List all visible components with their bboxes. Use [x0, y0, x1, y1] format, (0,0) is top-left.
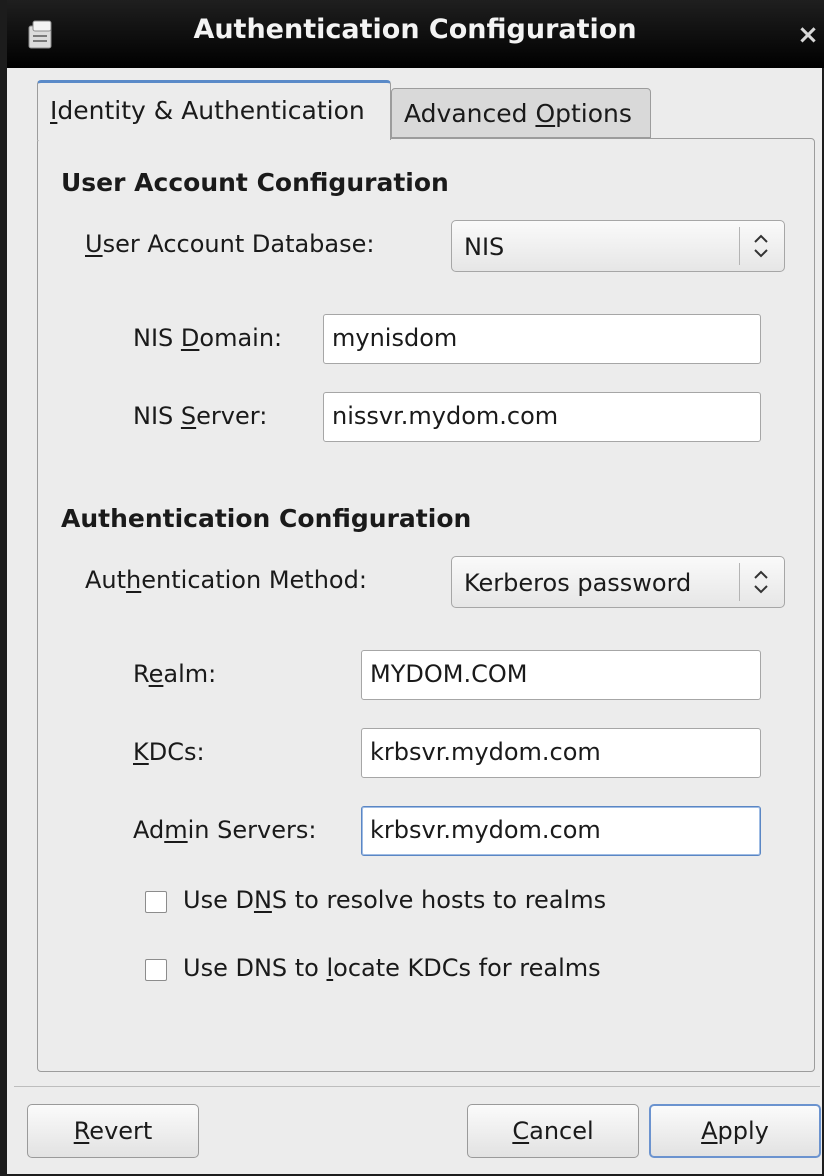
revert-button[interactable]: Revert: [27, 1104, 199, 1158]
user-account-database-value: NIS: [464, 233, 505, 261]
authentication-method-value: Kerberos password: [464, 569, 692, 597]
auth-config-window: Authentication Configuration × Identity …: [0, 0, 824, 1176]
updown-arrows-icon: [754, 234, 768, 258]
admin-servers-field[interactable]: krbsvr.mydom.com: [361, 806, 761, 856]
cancel-button[interactable]: Cancel: [467, 1104, 639, 1158]
tab-identity-authentication[interactable]: Identity & Authentication: [37, 80, 391, 140]
realm-label: Realm:: [133, 660, 217, 688]
dns-resolve-realms-checkbox[interactable]: [145, 891, 167, 913]
button-area-divider: [14, 1086, 820, 1087]
close-icon[interactable]: ×: [793, 18, 823, 52]
kdcs-label: KDCs:: [133, 738, 205, 766]
dns-locate-kdcs-label[interactable]: Use DNS to locate KDCs for realms: [183, 954, 601, 982]
authentication-section-title: Authentication Configuration: [61, 504, 472, 533]
title-bar[interactable]: Authentication Configuration ×: [7, 0, 824, 68]
user-account-section-title: User Account Configuration: [61, 168, 449, 197]
kdcs-field[interactable]: krbsvr.mydom.com: [361, 728, 761, 778]
apply-button[interactable]: Apply: [649, 1104, 821, 1158]
authentication-method-label: Authentication Method:: [85, 566, 367, 594]
nis-server-field[interactable]: nissvr.mydom.com: [323, 392, 761, 442]
nis-domain-label: NIS Domain:: [133, 324, 283, 352]
window-title: Authentication Configuration: [193, 14, 637, 45]
nis-domain-field[interactable]: mynisdom: [323, 314, 761, 364]
user-account-database-label: User Account Database:: [85, 230, 375, 258]
admin-servers-label: Admin Servers:: [133, 816, 317, 844]
updown-arrows-icon: [754, 570, 768, 594]
nis-server-label: NIS Server:: [133, 402, 268, 430]
authentication-method-select[interactable]: Kerberos password: [451, 556, 785, 608]
user-account-database-select[interactable]: NIS: [451, 220, 785, 272]
dns-locate-kdcs-checkbox[interactable]: [145, 959, 167, 981]
realm-field[interactable]: MYDOM.COM: [361, 650, 761, 700]
dns-resolve-realms-label[interactable]: Use DNS to resolve hosts to realms: [183, 886, 606, 914]
tab-advanced-options[interactable]: Advanced Options: [391, 88, 651, 138]
